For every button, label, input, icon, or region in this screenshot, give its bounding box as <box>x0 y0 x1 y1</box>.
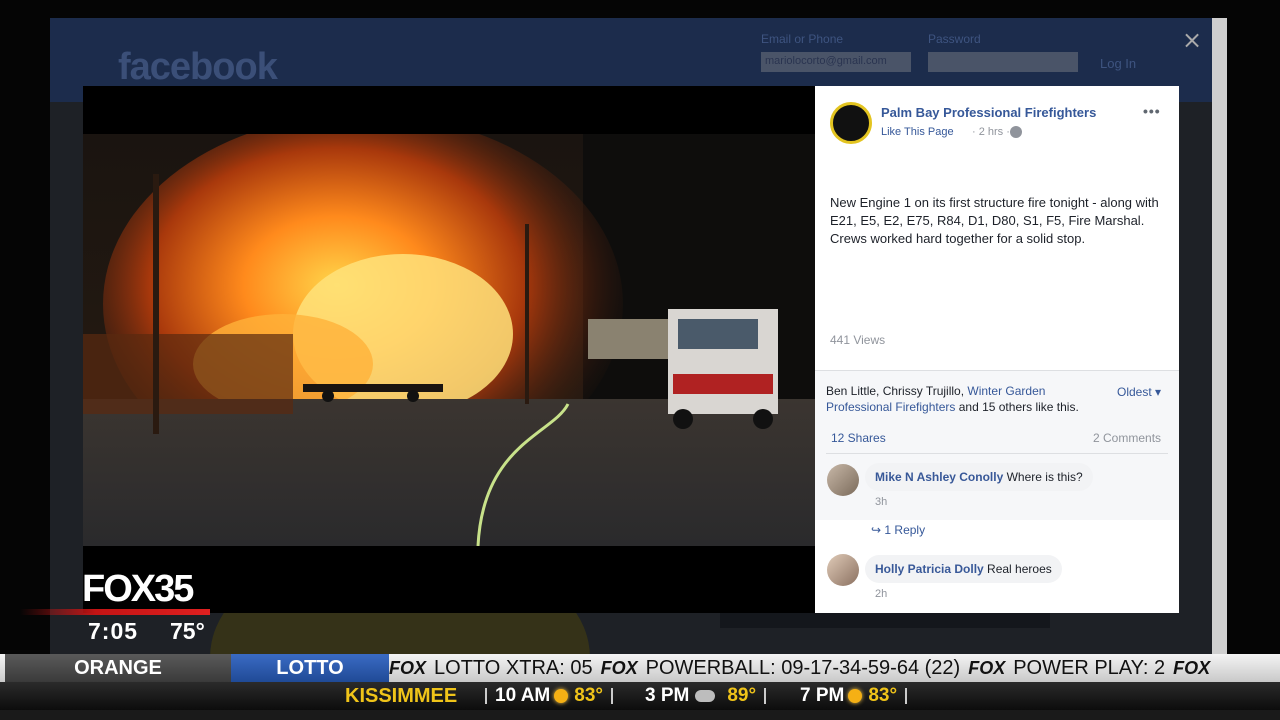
forecast-item: 3 PM 89° <box>645 682 774 710</box>
post-timestamp[interactable]: · 2 hrs · <box>972 126 1010 138</box>
like-page-link[interactable]: Like This Page <box>881 126 954 138</box>
comment-time[interactable]: 2h <box>875 588 887 600</box>
comment-time[interactable]: 3h <box>875 496 887 508</box>
station-logo: FOX35 <box>82 568 194 610</box>
fox-icon: FOX <box>1173 658 1211 678</box>
weather-city: KISSIMMEE <box>345 685 458 707</box>
comment-bubble: Holly Patricia Dolly Real heroes <box>865 555 1062 583</box>
comments-count-link[interactable]: 2 Comments <box>1093 431 1161 445</box>
comment-author[interactable]: Mike N Ashley Conolly <box>875 470 1003 484</box>
avatar[interactable] <box>827 464 859 496</box>
divider <box>611 687 613 704</box>
sun-icon <box>848 688 863 703</box>
post-text: New Engine 1 on its first structure fire… <box>830 195 1159 246</box>
weather-ticker: KISSIMMEE 10 AM 83° 3 PM 89° 7 PM 83° <box>0 682 1280 710</box>
forecast-time: 3 PM <box>645 685 690 706</box>
password-label: Password <box>928 32 981 46</box>
fire-photo[interactable] <box>83 134 815 546</box>
view-count: 441 Views <box>830 333 886 347</box>
ticker-category-label: LOTTO <box>231 654 389 682</box>
divider <box>905 687 908 704</box>
fox-icon: FOX <box>389 658 427 678</box>
divider <box>826 453 1168 454</box>
post-panel: Palm Bay Professional Firefighters Like … <box>815 86 1179 613</box>
comment-text: Where is this? <box>1006 470 1083 484</box>
comment-bubble: Mike N Ashley Conolly Where is this? <box>865 463 1093 491</box>
forecast-time: 7 PM <box>800 685 845 706</box>
globe-icon <box>1010 126 1022 138</box>
bottom-strip <box>0 710 1280 720</box>
facebook-logo: facebook <box>118 46 278 88</box>
forecast-temp: 83° <box>574 685 603 706</box>
password-field[interactable] <box>928 52 1078 72</box>
reactions-box: Ben Little, Chrissy Trujillo, Winter Gar… <box>815 370 1179 520</box>
divider <box>764 687 767 704</box>
comment-author[interactable]: Holly Patricia Dolly <box>875 562 984 576</box>
clock: 7:05 <box>88 618 139 644</box>
forecast-item: 7 PM 83° <box>800 682 915 710</box>
scrollbar[interactable] <box>1212 18 1227 658</box>
forecast-time: 10 AM <box>495 685 551 706</box>
ticker-scroll: FOX LOTTO XTRA: 05 FOX POWERBALL: 09-17-34-… <box>389 654 1280 682</box>
email-field[interactable]: mariolocorto@gmail.com <box>761 52 911 72</box>
ticker-region-label: ORANGE <box>5 654 231 682</box>
ticker-item: POWER PLAY: 2 <box>1013 657 1166 679</box>
broadcast-frame: facebook Email or Phone mariolocorto@gma… <box>0 0 1280 720</box>
close-icon[interactable]: × <box>1182 26 1202 54</box>
likes-suffix: and 15 others like this. <box>955 400 1079 414</box>
email-label: Email or Phone <box>761 32 844 46</box>
forecast-temp: 89° <box>727 685 757 706</box>
comment-sort-dropdown[interactable]: Oldest ▾ <box>1117 385 1161 399</box>
forecast-temp: 83° <box>868 685 898 706</box>
page-avatar[interactable] <box>830 102 872 144</box>
news-ticker: ORANGE LOTTO FOX LOTTO XTRA: 05 FOX POWERBA… <box>0 654 1280 682</box>
shares-link[interactable]: 12 Shares <box>831 431 886 445</box>
view-replies-link[interactable]: ↪ 1 Reply <box>871 523 925 537</box>
divider <box>485 687 487 704</box>
sun-icon <box>554 688 569 703</box>
page-name-link[interactable]: Palm Bay Professional Firefighters <box>881 105 1096 120</box>
fox-icon: FOX <box>600 658 638 678</box>
likes-summary: Ben Little, Chrissy Trujillo, Winter Gar… <box>826 383 1096 415</box>
storm-icon <box>695 689 716 702</box>
comment-text: Real heroes <box>987 562 1052 576</box>
fox-icon: FOX <box>968 658 1006 678</box>
station-accent-bar <box>20 609 210 615</box>
fire-scene-image <box>83 134 815 546</box>
current-temperature: 75° <box>170 618 205 644</box>
avatar[interactable] <box>827 554 859 586</box>
ticker-item: POWERBALL: 09-17-34-59-64 (22) <box>645 657 961 679</box>
forecast-item: 10 AM 83° <box>485 682 621 710</box>
ticker-item: LOTTO XTRA: 05 <box>434 657 593 679</box>
likes-names[interactable]: Ben Little, Chrissy Trujillo, <box>826 384 967 398</box>
more-options-icon[interactable]: ••• <box>1143 103 1161 119</box>
login-button[interactable]: Log In <box>1100 56 1136 71</box>
